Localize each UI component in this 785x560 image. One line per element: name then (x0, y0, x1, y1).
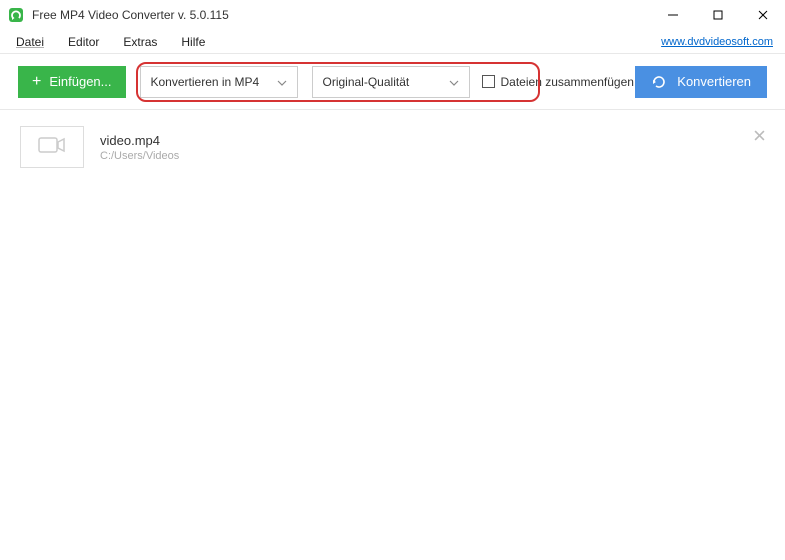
window-controls (650, 0, 785, 29)
refresh-icon (651, 74, 667, 90)
remove-file-button[interactable] (754, 128, 765, 144)
menubar: Datei Editor Extras Hilfe www.dvdvideoso… (0, 30, 785, 54)
merge-checkbox-label: Dateien zusammenfügen (501, 75, 634, 89)
format-select-value: Konvertieren in MP4 (151, 75, 260, 89)
format-select[interactable]: Konvertieren in MP4 (140, 66, 298, 98)
checkbox-box-icon (482, 75, 495, 88)
quality-select-value: Original-Qualität (323, 75, 410, 89)
app-icon (8, 7, 24, 23)
close-button[interactable] (740, 0, 785, 29)
close-icon (754, 130, 765, 141)
file-info: video.mp4 C:/Users/Videos (100, 133, 179, 162)
add-file-button[interactable]: + Einfügen... (18, 66, 126, 98)
menu-editor[interactable]: Editor (56, 35, 111, 49)
merge-checkbox[interactable]: Dateien zusammenfügen (482, 75, 634, 89)
chevron-down-icon (277, 75, 287, 89)
titlebar: Free MP4 Video Converter v. 5.0.115 (0, 0, 785, 30)
menu-extras[interactable]: Extras (111, 35, 169, 49)
add-file-label: Einfügen... (49, 74, 111, 89)
quality-select[interactable]: Original-Qualität (312, 66, 470, 98)
menu-hilfe[interactable]: Hilfe (169, 35, 217, 49)
minimize-button[interactable] (650, 0, 695, 29)
convert-label: Konvertieren (677, 74, 751, 89)
file-thumbnail (20, 126, 84, 168)
file-row[interactable]: video.mp4 C:/Users/Videos (0, 118, 785, 176)
menu-datei[interactable]: Datei (12, 35, 56, 49)
file-name: video.mp4 (100, 133, 179, 148)
convert-button[interactable]: Konvertieren (635, 66, 767, 98)
maximize-button[interactable] (695, 0, 740, 29)
plus-icon: + (32, 74, 41, 90)
chevron-down-icon (449, 75, 459, 89)
file-list: video.mp4 C:/Users/Videos (0, 110, 785, 184)
file-path: C:/Users/Videos (100, 150, 179, 162)
toolbar: + Einfügen... Konvertieren in MP4 Origin… (0, 54, 785, 110)
window-title: Free MP4 Video Converter v. 5.0.115 (32, 8, 650, 22)
website-link[interactable]: www.dvdvideosoft.com (661, 36, 773, 48)
